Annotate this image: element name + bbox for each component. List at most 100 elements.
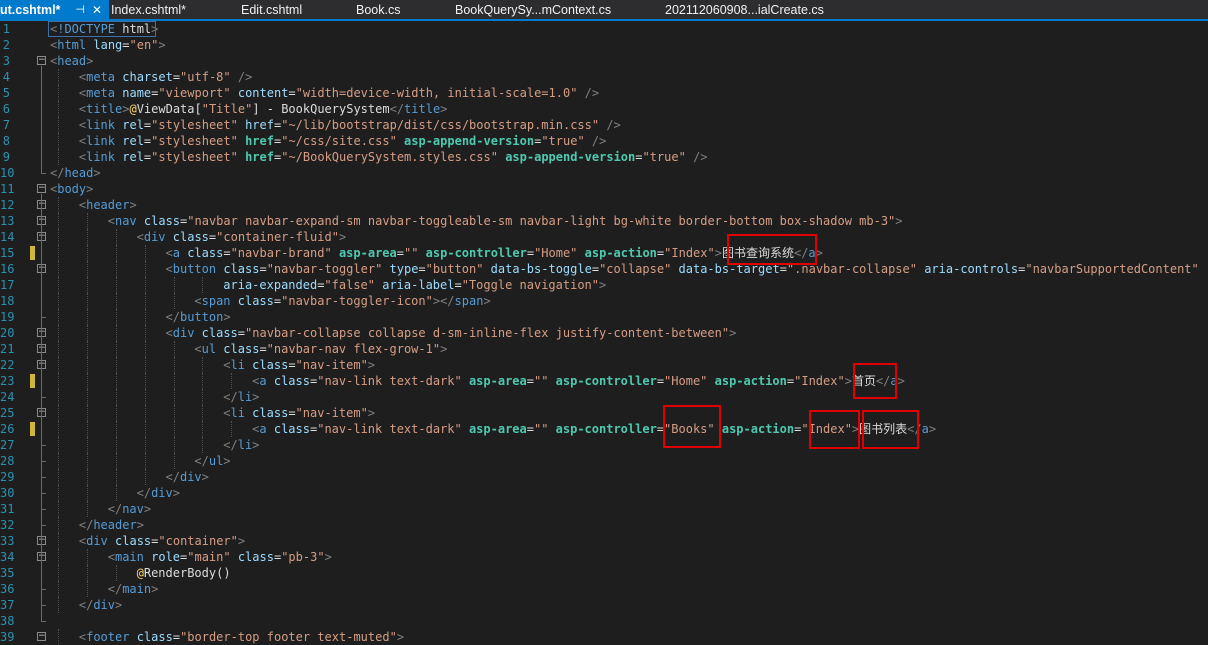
code-line[interactable]: 8 <link rel="stylesheet" href="~/css/site… [0,133,1208,149]
code-token: "Toggle navigation" [461,278,599,292]
highlight-box-home-text [853,363,897,399]
fold-region-end [41,493,46,494]
indent-guide [202,405,204,421]
close-icon[interactable]: ✕ [92,0,102,20]
fold-region-end [41,461,46,462]
code-line[interactable]: 14−<div class="container-fluid"> [0,229,1208,245]
code-line[interactable]: 26 <a class="nav-link text-dark" asp-area… [0,421,1208,437]
code-token: href [237,150,274,164]
code-text: </button> [166,309,231,325]
code-line[interactable]: 27 </li> [0,437,1208,453]
code-line[interactable]: 15 <a class="navbar-brand" asp-area="" as… [0,245,1208,261]
code-line[interactable]: 35 @RenderBody() [0,565,1208,581]
code-token: title [404,102,441,116]
indent-guide [115,389,117,405]
code-token: html [57,38,87,52]
code-text: <footer class="border-top footer text-mu… [79,629,404,645]
code-token: "Home" [534,246,578,260]
code-token: main [114,550,144,564]
code-line[interactable]: 31 </nav> [0,501,1208,517]
code-token: > [440,342,448,356]
code-line[interactable]: 18 <span class="navbar-toggler-icon"></sp… [0,293,1208,309]
tab-bookquerysystemcontext-cs[interactable]: BookQuerySy...mContext.cs [455,0,653,20]
code-token: = [288,358,296,372]
fold-toggle-icon[interactable]: − [37,184,46,193]
indent-guide [58,85,59,101]
code-line[interactable]: 39 − <footer class="border-top footer text… [0,629,1208,645]
tab-layout-cshtml[interactable]: ut.cshtml* ⊣ ✕ [0,0,109,20]
line-number: 19 [0,310,15,324]
highlight-box-books-controller [663,405,721,448]
code-token: = [237,326,246,340]
code-token: class [194,326,238,340]
code-line[interactable]: 29 </div> [0,469,1208,485]
indent-guide [202,437,204,453]
code-line[interactable]: 21−<ul class="navbar-nav flex-grow-1"> [0,341,1208,357]
tab-initialcreate-cs[interactable]: 202112060908...ialCreate.cs [665,0,870,20]
code-line[interactable]: 24 </li> [0,389,1208,405]
code-line[interactable]: 2 <html lang="en"> [0,37,1208,53]
indent-guide [144,469,146,485]
code-line[interactable]: 10 </head> [0,165,1208,181]
code-line[interactable]: 20−<div class="navbar-collapse collapse … [0,325,1208,341]
code-token: </ [165,470,180,484]
line-number: 3 [2,54,10,68]
code-line[interactable]: 6 <title>@ViewData["Title"] - BookQuerySy… [0,101,1208,117]
code-text: <div class="navbar-collapse collapse d-s… [166,325,737,341]
indent-guide [115,421,117,437]
code-token: "false" [324,278,375,292]
code-line[interactable]: 28 </ul> [0,453,1208,469]
code-text: </ul> [194,453,230,469]
code-line[interactable]: 7 <link rel="stylesheet" href="~/lib/boot… [0,117,1208,133]
indent-guide [202,277,204,293]
code-token: > [338,230,347,244]
code-line[interactable]: 25−<li class="nav-item"> [0,405,1208,421]
code-token: lang [86,38,123,52]
code-line[interactable]: 36 </main> [0,581,1208,597]
code-token: "~/lib/bootstrap/dist/css/bootstrap.min.… [281,118,600,132]
highlight-box-booklist-text [862,410,919,449]
code-line[interactable]: 38 [0,613,1208,629]
code-text: <link rel="stylesheet" href="~/lib/boots… [79,117,621,133]
code-line[interactable]: 16−<button class="navbar-toggler" type="… [0,261,1208,277]
code-line[interactable]: 3 − <head> [0,53,1208,69]
code-line[interactable]: 11 − <body> [0,181,1208,197]
tab-index-cshtml[interactable]: Index.cshtml* [111,0,233,20]
code-line[interactable]: 9 <link rel="stylesheet" href="~/BookQuer… [0,149,1208,165]
code-line[interactable]: 1 <!DOCTYPE html> [0,21,1208,37]
code-line[interactable]: 5 <meta name="viewport" content="width=de… [0,85,1208,101]
code-line[interactable]: 30 </div> [0,485,1208,501]
code-line[interactable]: 33−<div class="container"> [0,533,1208,549]
code-token: "" [533,422,549,436]
code-token: div [86,534,108,548]
code-line[interactable]: 17 aria-expanded="false" aria-label="Togg… [0,277,1208,293]
fold-toggle-icon[interactable]: − [37,632,46,641]
fold-toggle-icon[interactable]: − [37,56,46,65]
indent-guide [115,437,117,453]
tab-book-cs[interactable]: Book.cs [356,0,446,20]
code-editor[interactable]: 1 <!DOCTYPE html> 2 <html lang="en"> 3− <head… [0,21,1208,645]
code-text: <title>@ViewData["Title"] - BookQuerySys… [79,101,448,117]
indent-guide [58,229,59,245]
code-line[interactable]: 32 </header> [0,517,1208,533]
indent-guide [86,341,88,357]
code-token: > [252,390,260,404]
code-line[interactable]: 4 <meta charset="utf-8" /> [0,69,1208,85]
indent-guide [173,373,175,389]
indent-guide [58,197,59,213]
line-number: 4 [2,70,10,84]
code-line[interactable]: 34−<main role="main" class="pb-3"> [0,549,1208,565]
code-line[interactable]: 23 <a class="nav-link text-dark" asp-area… [0,373,1208,389]
code-line[interactable]: 19 </button> [0,309,1208,325]
code-line[interactable]: 37 </div> [0,597,1208,613]
code-line[interactable]: 12−<header> [0,197,1208,213]
code-token: "Title" [201,102,253,116]
fold-region-end [41,317,46,318]
pin-icon[interactable]: ⊣ [75,0,85,20]
tab-edit-cshtml[interactable]: Edit.cshtml [241,0,349,20]
code-token: </ [50,166,65,180]
code-text: <span class="navbar-toggler-icon"></span… [194,293,490,309]
code-line[interactable]: 13−<nav class="navbar navbar-expand-sm n… [0,213,1208,229]
code-line[interactable]: 22−<li class="nav-item"> [0,357,1208,373]
code-token: > [151,582,159,596]
